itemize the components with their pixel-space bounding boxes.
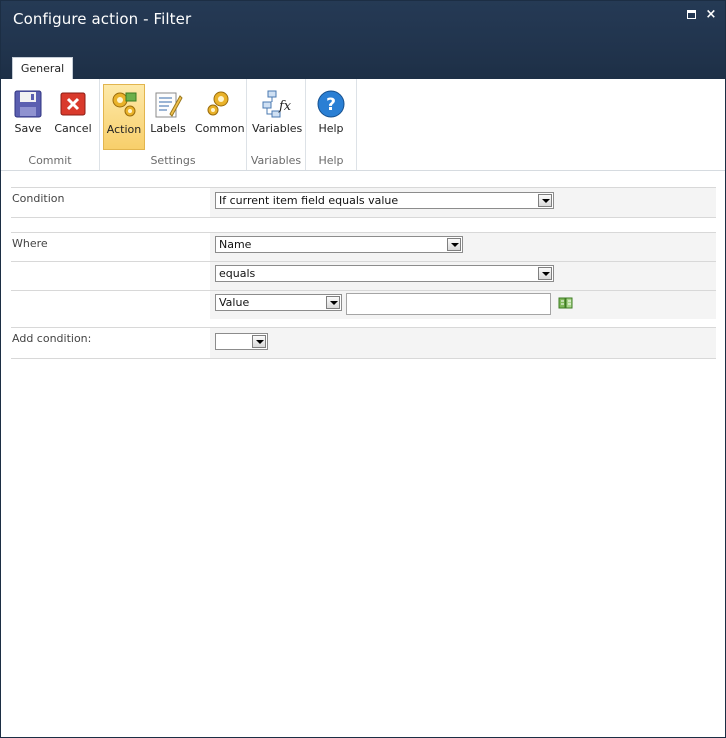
chevron-down-icon xyxy=(538,267,552,280)
action-button-label: Action xyxy=(106,123,142,136)
condition-select-value: If current item field equals value xyxy=(219,194,399,207)
value-input[interactable] xyxy=(346,293,551,315)
field-select-value: Name xyxy=(219,238,252,251)
condition-select[interactable]: If current item field equals value xyxy=(215,192,554,209)
ribbon-group-variables: fx Variables Variables xyxy=(247,79,306,170)
labels-icon xyxy=(155,92,183,118)
save-button[interactable]: Save xyxy=(7,84,49,150)
ribbon-group-help: ? Help Help xyxy=(306,79,357,170)
chevron-down-icon xyxy=(538,194,552,207)
ribbon: Save Cancel Commit Action Labels Common … xyxy=(1,79,725,171)
condition-label: Condition xyxy=(12,192,65,205)
add-condition-label: Add condition: xyxy=(12,332,92,345)
svg-text:fx: fx xyxy=(278,99,292,114)
value-type-select-value: Value xyxy=(219,296,250,309)
help-question-icon: ? xyxy=(317,90,345,118)
ribbon-group-commit: Save Cancel Commit xyxy=(1,79,100,170)
floppy-disk-icon xyxy=(14,90,42,118)
add-condition-select[interactable] xyxy=(215,333,268,350)
group-label-settings: Settings xyxy=(150,154,196,167)
where-field-row: Where Name xyxy=(11,233,716,261)
cancel-button[interactable]: Cancel xyxy=(52,84,94,150)
cancel-button-label: Cancel xyxy=(54,122,92,135)
common-gears-icon xyxy=(207,91,229,116)
divider xyxy=(11,358,716,359)
labels-button-label: Labels xyxy=(150,122,186,135)
title-bar: Configure action - Filter × General xyxy=(1,1,725,80)
dialog-window: Configure action - Filter × General Save xyxy=(0,0,726,738)
chevron-down-icon xyxy=(252,335,266,348)
operator-row: equals xyxy=(11,262,716,290)
maximize-button[interactable] xyxy=(686,9,698,21)
add-condition-row: Add condition: xyxy=(11,328,716,358)
help-button[interactable]: ? Help xyxy=(310,84,352,150)
where-label: Where xyxy=(12,237,48,250)
svg-text:?: ? xyxy=(326,95,336,115)
close-button[interactable]: × xyxy=(705,8,717,21)
condition-row: Condition If current item field equals v… xyxy=(11,188,716,217)
operator-select[interactable]: equals xyxy=(215,265,554,282)
group-label-help: Help xyxy=(318,154,344,167)
labels-button[interactable]: Labels xyxy=(147,84,189,150)
common-button[interactable]: Common xyxy=(195,84,245,150)
action-gears-icon xyxy=(112,92,137,117)
group-label-commit: Commit xyxy=(28,154,72,167)
cancel-icon xyxy=(60,92,86,116)
ribbon-group-settings: Action Labels Common Settings xyxy=(100,79,247,170)
divider xyxy=(11,217,716,218)
help-button-label: Help xyxy=(318,122,344,135)
value-type-select[interactable]: Value xyxy=(215,294,342,311)
tab-general[interactable]: General xyxy=(12,57,73,80)
action-button[interactable]: Action xyxy=(103,84,145,150)
lookup-icon[interactable] xyxy=(558,296,574,310)
field-select[interactable]: Name xyxy=(215,236,463,253)
group-label-variables: Variables xyxy=(250,154,302,167)
add-condition-field-area xyxy=(210,328,716,358)
common-button-label: Common xyxy=(195,122,245,135)
chevron-down-icon xyxy=(447,238,461,251)
variables-button[interactable]: fx Variables xyxy=(252,84,303,150)
dialog-title: Configure action - Filter xyxy=(13,10,192,28)
operator-select-value: equals xyxy=(219,267,256,280)
maximize-icon xyxy=(687,10,696,19)
chevron-down-icon xyxy=(326,296,340,309)
variables-fx-icon: fx xyxy=(262,90,292,118)
value-row: Value xyxy=(11,291,716,319)
save-button-label: Save xyxy=(14,122,42,135)
variables-button-label: Variables xyxy=(252,122,303,135)
